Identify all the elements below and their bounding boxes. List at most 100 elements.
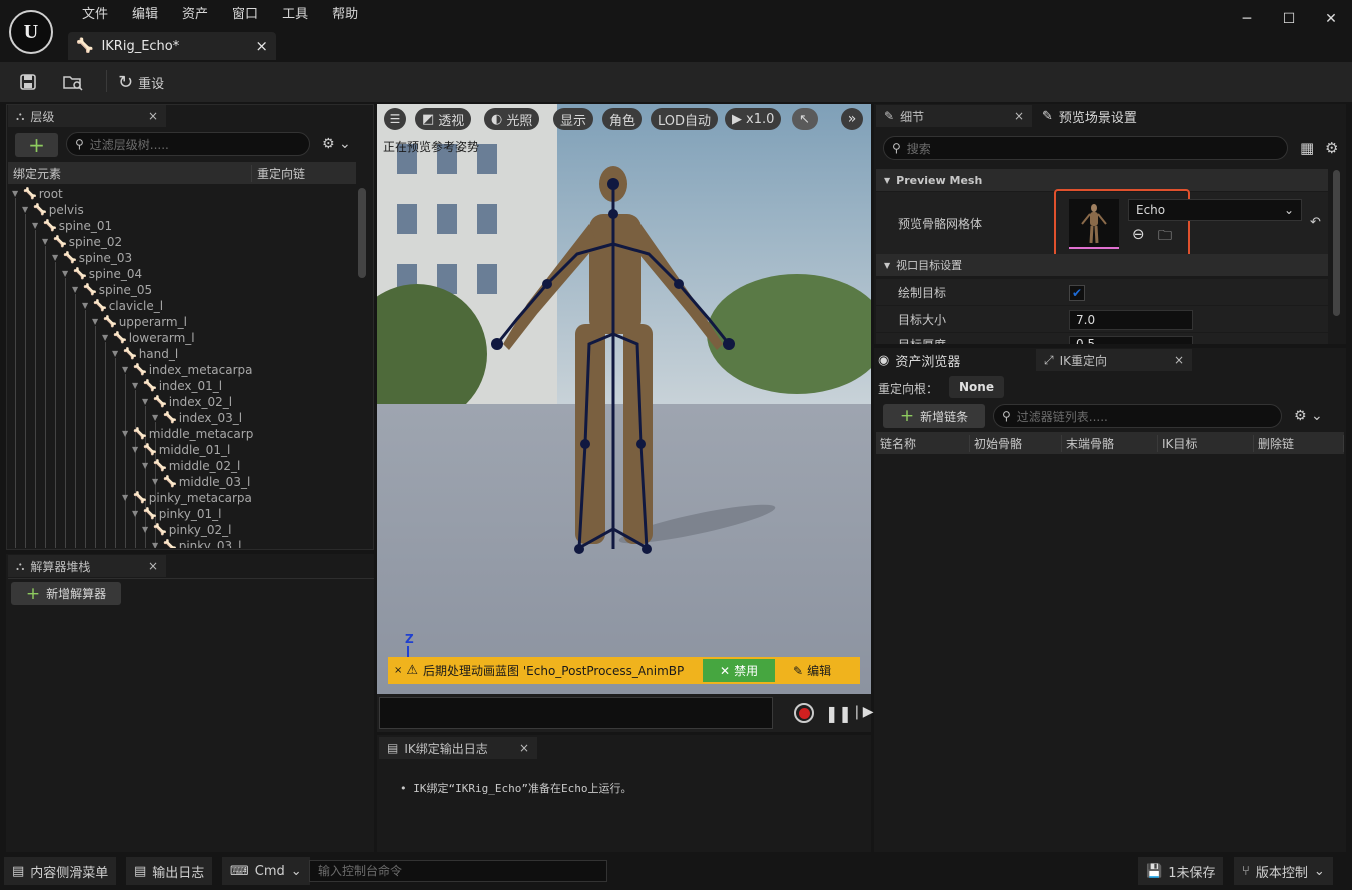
tree-row[interactable]: ▼ 🦴 spine_01 <box>32 218 112 234</box>
tree-row[interactable]: ▼ 🦴 spine_02 <box>42 234 122 250</box>
console-command-input[interactable]: 输入控制台命令 <box>309 860 607 882</box>
tab-preview-scene-settings[interactable]: ✎ 预览场景设置 <box>1042 105 1137 127</box>
expand-arrow-icon[interactable]: ▼ <box>122 490 130 506</box>
chain-settings-icon[interactable]: ⚙ ⌄ <box>1294 408 1323 424</box>
table-view-icon[interactable]: ▦ <box>1300 139 1314 157</box>
use-selected-asset-icon[interactable]: ⊖ <box>1132 225 1145 243</box>
section-viewport-target[interactable]: ▼ 视口目标设置 <box>876 254 1328 276</box>
tree-row[interactable]: ▼ 🦴 pinky_02_l <box>142 522 232 538</box>
perspective-button[interactable]: ◩ 透视 <box>415 108 472 130</box>
expand-arrow-icon[interactable]: ▼ <box>102 330 110 346</box>
tree-row[interactable]: ▼ 🦴 hand_l <box>112 346 178 362</box>
tab-details[interactable]: ✎ 细节 × <box>876 105 1032 127</box>
unreal-logo-icon[interactable]: U <box>9 10 53 54</box>
expand-arrow-icon[interactable]: ▼ <box>132 506 140 522</box>
tab-hierarchy[interactable]: ⛬ 层级 × <box>8 105 166 127</box>
tree-row[interactable]: ▼ 🦴 middle_03_l <box>152 474 250 490</box>
details-settings-icon[interactable]: ⚙ <box>1325 139 1338 157</box>
close-solver-stack-icon[interactable]: × <box>148 559 158 573</box>
expand-arrow-icon[interactable]: ▼ <box>132 378 140 394</box>
tree-row[interactable]: ▼ 🦴 clavicle_l <box>82 298 163 314</box>
retarget-root-dropdown[interactable]: None <box>949 376 1004 398</box>
dismiss-warning-icon[interactable]: × <box>394 665 402 676</box>
mesh-thumbnail[interactable] <box>1069 199 1119 249</box>
tree-row[interactable]: ▼ 🦴 spine_03 <box>52 250 132 266</box>
target-thickness-input[interactable]: 0.5 <box>1069 336 1193 344</box>
tree-row[interactable]: ▼ 🦴 spine_05 <box>72 282 152 298</box>
expand-arrow-icon[interactable]: ▼ <box>22 202 30 218</box>
disable-postprocess-button[interactable]: ✕ 禁用 <box>703 659 776 682</box>
tree-row[interactable]: ▼ 🦴 index_metacarpa <box>122 362 253 378</box>
cmd-dropdown[interactable]: ⌨ Cmd ⌄ <box>222 857 310 885</box>
expand-arrow-icon[interactable]: ▼ <box>142 394 150 410</box>
tab-output-log[interactable]: ▤ IK绑定输出日志 × <box>379 737 537 759</box>
target-size-input[interactable]: 7.0 <box>1069 310 1193 330</box>
tree-row[interactable]: ▼ 🦴 middle_01_l <box>132 442 230 458</box>
column-retarget-chain[interactable]: 重定向链 <box>252 165 305 182</box>
close-hierarchy-icon[interactable]: × <box>148 109 158 123</box>
expand-arrow-icon[interactable]: ▼ <box>122 426 130 442</box>
close-output-log-icon[interactable]: × <box>519 741 529 755</box>
browse-asset-icon[interactable]: 🗀 <box>1158 225 1172 249</box>
close-window-icon[interactable]: ✕ <box>1310 0 1352 38</box>
tree-row[interactable]: ▼ 🦴 middle_02_l <box>142 458 240 474</box>
tree-row[interactable]: ▼ 🦴 pinky_03_l <box>152 538 242 548</box>
close-ik-retarget-icon[interactable]: × <box>1174 353 1184 367</box>
chain-column-header[interactable]: 链名称 <box>876 434 970 452</box>
expand-arrow-icon[interactable]: ▼ <box>132 442 140 458</box>
tree-row[interactable]: ▼ 🦴 index_02_l <box>142 394 232 410</box>
menu-item[interactable]: 帮助 <box>320 6 370 23</box>
unsaved-button[interactable]: 💾 1未保存 <box>1138 857 1224 885</box>
tree-row[interactable]: ▼ 🦴 index_01_l <box>132 378 222 394</box>
close-details-icon[interactable]: × <box>1014 109 1024 123</box>
reset-button[interactable]: ↻ 重设 <box>118 68 164 96</box>
tree-row[interactable]: ▼ 🦴 index_03_l <box>152 410 242 426</box>
expand-toolbar-icon[interactable]: » <box>841 108 863 130</box>
timeline-track[interactable] <box>379 697 773 729</box>
minimize-icon[interactable]: ─ <box>1226 0 1268 38</box>
pause-icon[interactable]: ❚❚ <box>825 704 852 723</box>
expand-arrow-icon[interactable]: ▼ <box>92 314 100 330</box>
expand-arrow-icon[interactable]: ▼ <box>82 298 90 314</box>
expand-arrow-icon[interactable]: ▼ <box>152 474 160 490</box>
show-button[interactable]: 显示 <box>553 108 594 130</box>
mesh-asset-dropdown[interactable]: Echo ⌄ <box>1128 199 1302 221</box>
expand-arrow-icon[interactable]: ▼ <box>152 538 160 548</box>
record-icon[interactable] <box>794 703 814 723</box>
chain-column-header[interactable]: IK目标 <box>1158 434 1254 452</box>
output-log-button[interactable]: ▤ 输出日志 <box>126 857 213 885</box>
expand-arrow-icon[interactable]: ▼ <box>152 410 160 426</box>
hierarchy-scrollbar[interactable] <box>358 188 366 278</box>
expand-arrow-icon[interactable]: ▼ <box>112 346 120 362</box>
add-bone-button[interactable]: + <box>15 133 58 157</box>
expand-arrow-icon[interactable]: ▼ <box>32 218 40 234</box>
chain-filter-input[interactable]: ⚲ 过滤器链列表..... <box>993 404 1282 428</box>
tree-row[interactable]: ▼ 🦴 root <box>12 186 63 202</box>
details-scrollbar[interactable] <box>1333 170 1340 316</box>
menu-item[interactable]: 文件 <box>70 6 120 23</box>
tab-solver-stack[interactable]: ⛬ 解算器堆栈 × <box>8 555 166 577</box>
select-mode-icon[interactable]: ↖ <box>792 108 818 130</box>
chain-column-header[interactable]: 初始骨骼 <box>970 434 1062 452</box>
lighting-button[interactable]: ◐ 光照 <box>484 108 540 130</box>
preview-viewport[interactable] <box>377 104 871 694</box>
reset-to-default-icon[interactable]: ↶ <box>1310 215 1321 230</box>
expand-arrow-icon[interactable]: ▼ <box>12 186 20 202</box>
content-drawer-button[interactable]: ▤ 内容侧滑菜单 <box>4 857 117 885</box>
source-control-button[interactable]: ⑂ 版本控制 ⌄ <box>1234 857 1333 885</box>
expand-arrow-icon[interactable]: ▼ <box>142 522 150 538</box>
expand-arrow-icon[interactable]: ▼ <box>42 234 50 250</box>
character-button[interactable]: 角色 <box>602 108 643 130</box>
menu-item[interactable]: 工具 <box>270 6 320 23</box>
menu-item[interactable]: 编辑 <box>120 6 170 23</box>
expand-arrow-icon[interactable]: ▼ <box>72 282 80 298</box>
edit-postprocess-button[interactable]: ✎ 编辑 <box>793 662 831 679</box>
tree-row[interactable]: ▼ 🦴 upperarm_l <box>92 314 187 330</box>
browse-to-asset-icon[interactable] <box>58 68 88 96</box>
close-tab-icon[interactable]: × <box>255 37 268 55</box>
chain-column-header[interactable]: 删除链 <box>1254 434 1344 452</box>
chain-column-header[interactable]: 末端骨骼 <box>1062 434 1158 452</box>
tree-row[interactable]: ▼ 🦴 pelvis <box>22 202 84 218</box>
tree-row[interactable]: ▼ 🦴 spine_04 <box>62 266 142 282</box>
tree-row[interactable]: ▼ 🦴 pinky_metacarpa <box>122 490 252 506</box>
